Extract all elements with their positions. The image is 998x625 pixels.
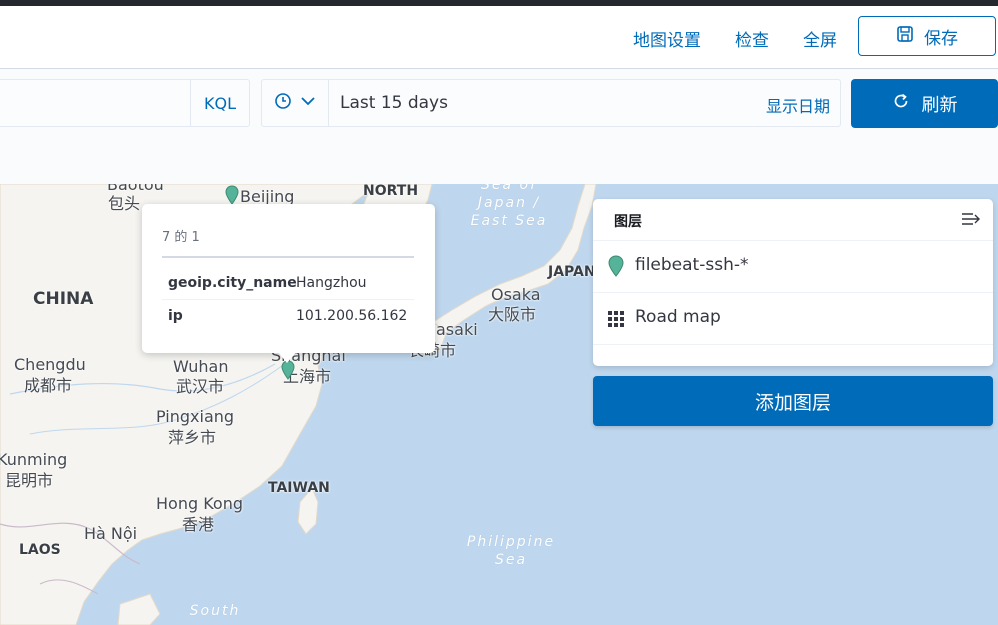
tooltip-row: ip 101.200.56.162 [162, 300, 414, 332]
map-label-sea-of-japan: Sea of Japan / East Sea [470, 184, 548, 229]
tooltip-arrow [278, 352, 296, 363]
map-label-south-china-sea: South [189, 603, 241, 619]
map-label-japan: JAPAN [548, 264, 596, 280]
add-layer-button[interactable]: 添加图层 [593, 376, 993, 426]
search-input[interactable]: KQL [0, 79, 250, 127]
save-icon [896, 25, 914, 48]
map-label-laos: LAOS [19, 542, 61, 558]
fullscreen-link[interactable]: 全屏 [803, 26, 837, 51]
map-label-osaka-zh: 大阪市 [488, 305, 537, 324]
tooltip-key: ip [168, 308, 183, 324]
map-label-kunming: Kunming [0, 450, 68, 469]
map-label-north-korea: NORTH [363, 184, 419, 199]
tooltip-row: geoip.city_name Hangzhou [162, 267, 414, 300]
tooltip-key: geoip.city_name [168, 275, 297, 291]
layer-control: 图层 filebeat-ssh-* Road map [593, 199, 993, 366]
tooltip-pagination: 7 的 1 [162, 230, 200, 245]
date-picker: Last 15 days 显示日期 [261, 79, 841, 127]
map-label-hongkong: Hong Kong [156, 494, 243, 513]
tooltip-divider [162, 256, 414, 258]
date-range-text[interactable]: Last 15 days [340, 93, 448, 113]
feature-tooltip: 7 的 1 geoip.city_name Hangzhou ip 101.20… [142, 204, 435, 353]
layer-control-header: 图层 [593, 199, 993, 241]
layer-control-title: 图层 [614, 214, 642, 230]
map-label-nagasaki: asaki [436, 320, 478, 339]
refresh-button[interactable]: 刷新 [851, 79, 998, 128]
map-label-philippine-sea: Philippine Sea [466, 534, 556, 568]
layer-name: filebeat-ssh-* [635, 255, 749, 275]
map-settings-link[interactable]: 地图设置 [633, 26, 701, 51]
map-label-pingxiang-zh: 萍乡市 [168, 428, 217, 447]
save-button[interactable]: 保存 [858, 16, 996, 56]
refresh-icon [892, 92, 910, 115]
layer-row-filebeat[interactable]: filebeat-ssh-* [593, 241, 993, 293]
clock-icon [274, 92, 292, 114]
app-header: 地图设置 检查 全屏 保存 [0, 6, 998, 69]
layer-name: Road map [635, 307, 721, 327]
inspect-link[interactable]: 检查 [735, 26, 769, 51]
map-label-china: CHINA [33, 289, 94, 309]
tooltip-value: 101.200.56.162 [296, 308, 408, 324]
map-label-baotou-zh: 包头 [108, 194, 141, 213]
show-dates-link[interactable]: 显示日期 [766, 93, 830, 117]
map-label-hanoi: Hà Nội [84, 524, 138, 543]
map-label-wuhan: Wuhan [173, 357, 229, 376]
map-label-pingxiang: Pingxiang [156, 407, 235, 426]
map-label-wuhan-zh: 武汉市 [176, 377, 225, 396]
map-label-hongkong-zh: 香港 [182, 515, 215, 534]
chevron-down-icon [300, 93, 316, 113]
map-label-osaka: Osaka [491, 285, 541, 304]
refresh-label: 刷新 [921, 94, 958, 116]
save-label: 保存 [924, 28, 958, 49]
collapse-panel-icon[interactable] [961, 210, 981, 232]
map-label-chengdu-zh: 成都市 [24, 376, 73, 395]
quick-menu-button[interactable] [262, 80, 329, 126]
map-label-taiwan: TAIWAN [268, 480, 330, 496]
tooltip-value: Hangzhou [296, 275, 367, 291]
map-marker-icon [608, 255, 624, 281]
query-language-button[interactable]: KQL [190, 80, 249, 126]
map-label-chengdu: Chengdu [14, 355, 86, 374]
layer-row-road-map[interactable]: Road map [593, 293, 993, 345]
grid-icon [607, 310, 625, 332]
map-label-kunming-zh: 昆明市 [5, 471, 54, 490]
query-bar: KQL Last 15 days 显示日期 刷新 [0, 69, 998, 184]
